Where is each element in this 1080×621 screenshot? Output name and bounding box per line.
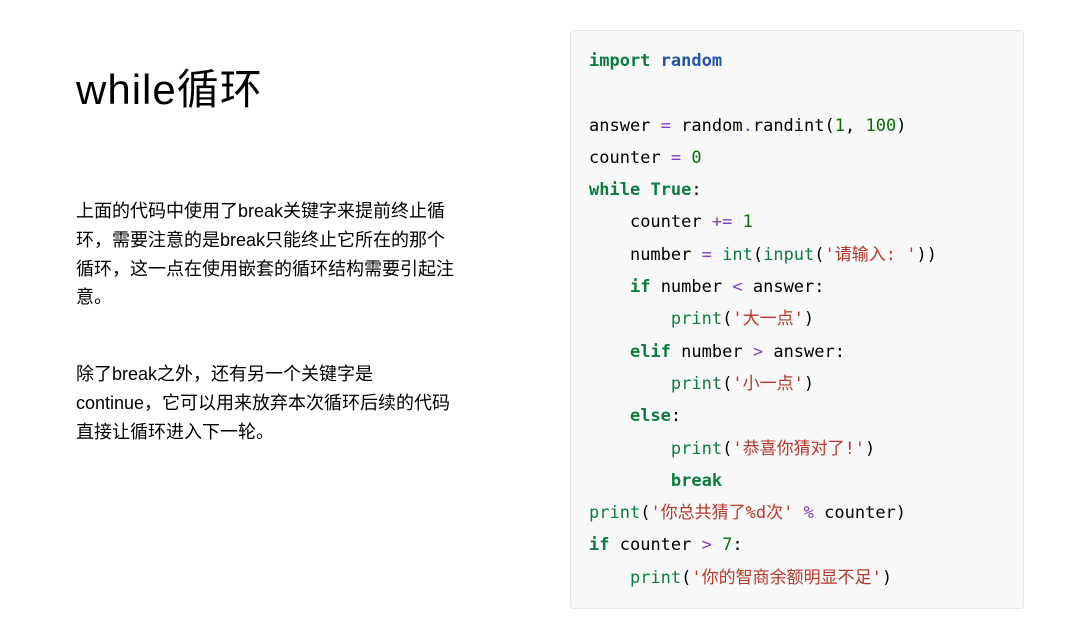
tok-paren: ( [640, 503, 650, 523]
tok-paren: ) [804, 309, 814, 329]
tok-ident: number [630, 245, 691, 265]
tok-ident: answer [589, 116, 650, 136]
tok-paren: ( [681, 568, 691, 588]
tok-ident: answer [753, 277, 814, 297]
tok-punct: : [814, 277, 824, 297]
tok-ident: number [661, 277, 722, 297]
paragraph-1: 上面的代码中使用了break关键字来提前终止循环，需要注意的是break只能终止… [76, 197, 456, 312]
tok-ident: number [681, 342, 742, 362]
tok-op: < [732, 277, 742, 297]
tok-import: import [589, 51, 650, 71]
tok-paren: ) [804, 374, 814, 394]
tok-num: 7 [722, 535, 732, 555]
tok-ident: counter [589, 148, 661, 168]
tok-bool: True [650, 180, 691, 200]
tok-paren: ( [722, 309, 732, 329]
tok-str: '大一点' [732, 309, 803, 329]
tok-paren: ( [722, 374, 732, 394]
tok-str: '恭喜你猜对了!' [732, 439, 865, 459]
tok-op: = [661, 116, 671, 136]
tok-paren: ) [896, 503, 906, 523]
tok-ident: counter [620, 535, 692, 555]
tok-ident: randint [753, 116, 825, 136]
tok-num: 1 [743, 212, 753, 232]
tok-builtin: input [763, 245, 814, 265]
tok-keyword: if [589, 535, 609, 555]
tok-builtin: print [589, 503, 640, 523]
tok-paren: ) [896, 116, 906, 136]
tok-punct: : [671, 406, 681, 426]
tok-num: 1 [835, 116, 845, 136]
code-block: import random answer = random.randint(1,… [570, 30, 1024, 609]
tok-keyword: while [589, 180, 640, 200]
tok-str: '小一点' [732, 374, 803, 394]
tok-keyword: else [630, 406, 671, 426]
text-panel: while循环 上面的代码中使用了break关键字来提前终止循环，需要注意的是b… [0, 0, 560, 621]
tok-paren: ( [753, 245, 763, 265]
tok-op: % [804, 503, 814, 523]
tok-paren: ( [814, 245, 824, 265]
tok-ident: random [681, 116, 742, 136]
tok-builtin: print [671, 374, 722, 394]
tok-builtin: print [671, 309, 722, 329]
tok-op: += [712, 212, 732, 232]
tok-paren: ( [825, 116, 835, 136]
tok-builtin: int [722, 245, 753, 265]
tok-num: 100 [866, 116, 897, 136]
tok-op: . [743, 116, 753, 136]
slide-title: while循环 [76, 56, 520, 117]
tok-paren: ) [865, 439, 875, 459]
tok-ident: counter [824, 503, 896, 523]
tok-punct: : [835, 342, 845, 362]
tok-paren: ) [882, 568, 892, 588]
tok-op: > [753, 342, 763, 362]
tok-keyword: break [671, 471, 722, 491]
tok-op: = [702, 245, 712, 265]
tok-paren: ) [927, 245, 937, 265]
tok-ident: counter [630, 212, 702, 232]
tok-op: > [702, 535, 712, 555]
tok-paren: ( [722, 439, 732, 459]
tok-punct: : [691, 180, 701, 200]
tok-punct: , [845, 116, 855, 136]
tok-punct: : [732, 535, 742, 555]
tok-str: '你的智商余额明显不足' [691, 568, 881, 588]
tok-builtin: print [671, 439, 722, 459]
slide-container: while循环 上面的代码中使用了break关键字来提前终止循环，需要注意的是b… [0, 0, 1080, 621]
tok-op: = [671, 148, 681, 168]
tok-str: '你总共猜了%d次' [650, 503, 793, 523]
paragraph-2: 除了break之外，还有另一个关键字是continue，它可以用来放弃本次循环后… [76, 360, 456, 446]
tok-str: '请输入: ' [825, 245, 917, 265]
code-panel: import random answer = random.randint(1,… [560, 0, 1050, 621]
tok-paren: ) [916, 245, 926, 265]
tok-builtin: print [630, 568, 681, 588]
tok-ident: answer [773, 342, 834, 362]
tok-keyword: if [630, 277, 650, 297]
tok-keyword: elif [630, 342, 671, 362]
tok-ident: random [661, 51, 722, 71]
tok-num: 0 [691, 148, 701, 168]
